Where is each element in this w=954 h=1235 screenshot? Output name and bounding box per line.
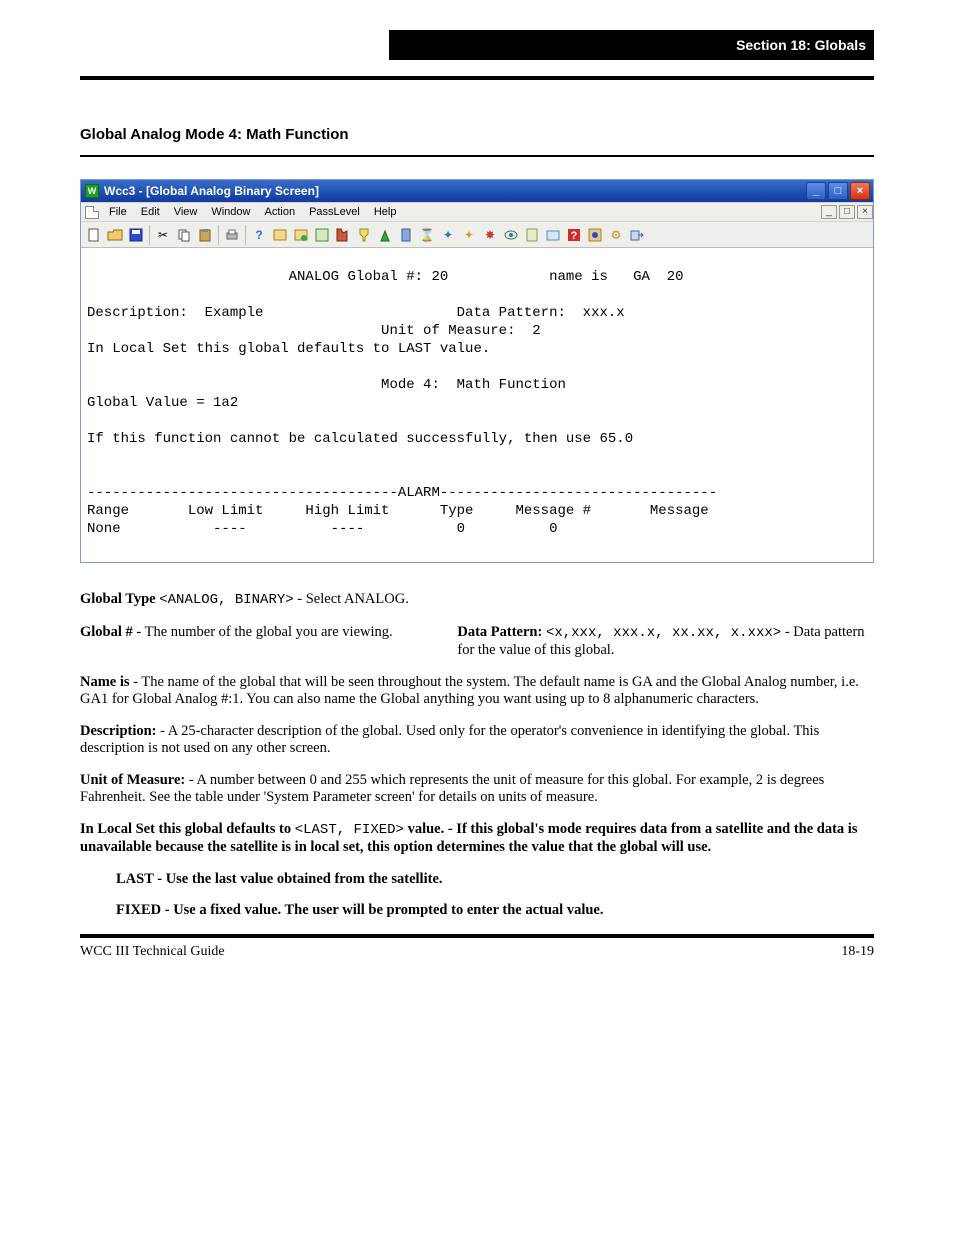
mdi-minimize-button[interactable]: _: [821, 205, 837, 219]
menu-file[interactable]: File: [102, 204, 134, 220]
menu-window[interactable]: Window: [204, 204, 257, 220]
mono-l8: Global Value = 1a2: [87, 395, 238, 411]
eye-icon[interactable]: [501, 225, 521, 245]
para-description: Description: - A 25-character descriptio…: [80, 723, 874, 758]
blue-dot-icon[interactable]: [585, 225, 605, 245]
minimize-button[interactable]: _: [806, 182, 826, 200]
lbl-unit: Unit of Measure:: [80, 772, 189, 788]
section-header-text: Section 18: Globals: [736, 37, 866, 53]
title-bar: W Wcc3 - [Global Analog Binary Screen] _…: [81, 180, 873, 202]
menu-view[interactable]: View: [167, 204, 205, 220]
mono-l15: None ---- ---- 0 0: [87, 521, 557, 537]
mono-l13: -------------------------------------ALA…: [87, 485, 717, 501]
para-local-last: LAST - Use the last value obtained from …: [80, 871, 874, 889]
hourglass-icon[interactable]: ⌛: [417, 225, 437, 245]
new-file-icon[interactable]: [84, 225, 104, 245]
misc-icon-2[interactable]: [291, 225, 311, 245]
lbl-name-is: Name is: [80, 674, 133, 690]
maximize-button[interactable]: □: [828, 182, 848, 200]
app-window: W Wcc3 - [Global Analog Binary Screen] _…: [80, 179, 874, 563]
help-q-icon[interactable]: ?: [249, 225, 269, 245]
lbl-description: Description:: [80, 723, 160, 739]
mono-l10: If this function cannot be calculated su…: [87, 431, 633, 447]
misc-icon-1[interactable]: [270, 225, 290, 245]
para-unit-of-measure: Unit of Measure: - A number between 0 an…: [80, 772, 874, 807]
paste-icon[interactable]: [195, 225, 215, 245]
footer-right: 18-19: [841, 944, 874, 960]
misc-icon-4[interactable]: [333, 225, 353, 245]
wand-icon-2[interactable]: ✦: [459, 225, 479, 245]
copy-icon[interactable]: [174, 225, 194, 245]
mdi-restore-button[interactable]: □: [839, 205, 855, 219]
save-icon[interactable]: [126, 225, 146, 245]
opts-data-pattern: <x,xxx, xxx.x, xx.xx, x.xxx>: [546, 625, 781, 641]
txt-local-last: LAST - Use the last value obtained from …: [116, 871, 443, 887]
para-global-type: Global Type <ANALOG, BINARY> - Select AN…: [80, 591, 874, 610]
txt-unit: - A number between 0 and 255 which repre…: [80, 772, 824, 806]
document-icon: [85, 206, 99, 219]
lbl-data-pattern: Data Pattern:: [457, 624, 546, 640]
open-folder-icon[interactable]: [105, 225, 125, 245]
mono-l4: Unit of Measure: 2: [87, 323, 541, 339]
para-local-fixed: FIXED - Use a fixed value. The user will…: [80, 902, 874, 920]
wrench-icon[interactable]: ⚙: [606, 225, 626, 245]
cut-icon[interactable]: ✂: [153, 225, 173, 245]
mono-l3: Description: Example Data Pattern: xxx.x: [87, 305, 625, 321]
opts-global-type: <ANALOG, BINARY>: [159, 592, 293, 608]
lbl-global-number: Global #: [80, 624, 136, 640]
misc-icon-6[interactable]: [375, 225, 395, 245]
txt-name-is: - The name of the global that will be se…: [80, 674, 859, 708]
red-q-icon[interactable]: ?: [564, 225, 584, 245]
opts-local-set: <LAST, FIXED>: [295, 822, 404, 838]
footer-rule: [80, 934, 874, 938]
txt-global-type-suffix: - Select ANALOG.: [294, 591, 409, 607]
menu-bar: File Edit View Window Action PassLevel H…: [81, 202, 873, 222]
misc-icon-3[interactable]: [312, 225, 332, 245]
mono-l5: In Local Set this global defaults to LAS…: [87, 341, 490, 357]
para-local-set: In Local Set this global defaults to <LA…: [80, 821, 874, 857]
mono-l7: Mode 4: Math Function: [87, 377, 566, 393]
mono-l14: Range Low Limit High Limit Type Message …: [87, 503, 709, 519]
svg-text:?: ?: [571, 230, 578, 242]
toolbar: ✂ ? ⌛ ✦ ✦ ✸ ? ⚙: [81, 222, 873, 248]
misc-icon-5[interactable]: [354, 225, 374, 245]
mono-l1: ANALOG Global #: 20 name is GA 20: [87, 269, 684, 285]
bug-icon[interactable]: ✸: [480, 225, 500, 245]
txt-global-number: - The number of the global you are viewi…: [136, 624, 392, 640]
wand-icon-1[interactable]: ✦: [438, 225, 458, 245]
para-global-number: Global # - The number of the global you …: [80, 624, 874, 660]
app-icon: W: [85, 184, 99, 198]
sheet-icon[interactable]: [522, 225, 542, 245]
body-text: Global Type <ANALOG, BINARY> - Select AN…: [80, 591, 874, 920]
txt-description: - A 25-character description of the glob…: [80, 723, 819, 757]
terminal-content: ANALOG Global #: 20 name is GA 20 Descri…: [81, 248, 873, 562]
menu-help[interactable]: Help: [367, 204, 404, 220]
menu-passlevel[interactable]: PassLevel: [302, 204, 367, 220]
page-footer: WCC III Technical Guide 18-19: [80, 944, 874, 960]
page-title: Global Analog Mode 4: Math Function: [80, 126, 874, 143]
box-icon[interactable]: [543, 225, 563, 245]
title-rule: [80, 155, 874, 157]
lbl-global-type: Global Type: [80, 591, 159, 607]
menu-action[interactable]: Action: [257, 204, 302, 220]
footer-left: WCC III Technical Guide: [80, 944, 225, 960]
exit-icon[interactable]: [627, 225, 647, 245]
window-title: Wcc3 - [Global Analog Binary Screen]: [104, 184, 319, 198]
close-button[interactable]: ×: [850, 182, 870, 200]
lbl-local-set: In Local Set this global defaults to: [80, 821, 295, 837]
misc-icon-7[interactable]: [396, 225, 416, 245]
menu-edit[interactable]: Edit: [134, 204, 167, 220]
txt-local-fixed: FIXED - Use a fixed value. The user will…: [116, 902, 603, 918]
print-icon[interactable]: [222, 225, 242, 245]
mdi-close-button[interactable]: ×: [857, 205, 873, 219]
para-name-is: Name is - The name of the global that wi…: [80, 674, 874, 709]
top-rule: [80, 76, 874, 80]
section-header-block: Section 18: Globals: [389, 30, 874, 60]
